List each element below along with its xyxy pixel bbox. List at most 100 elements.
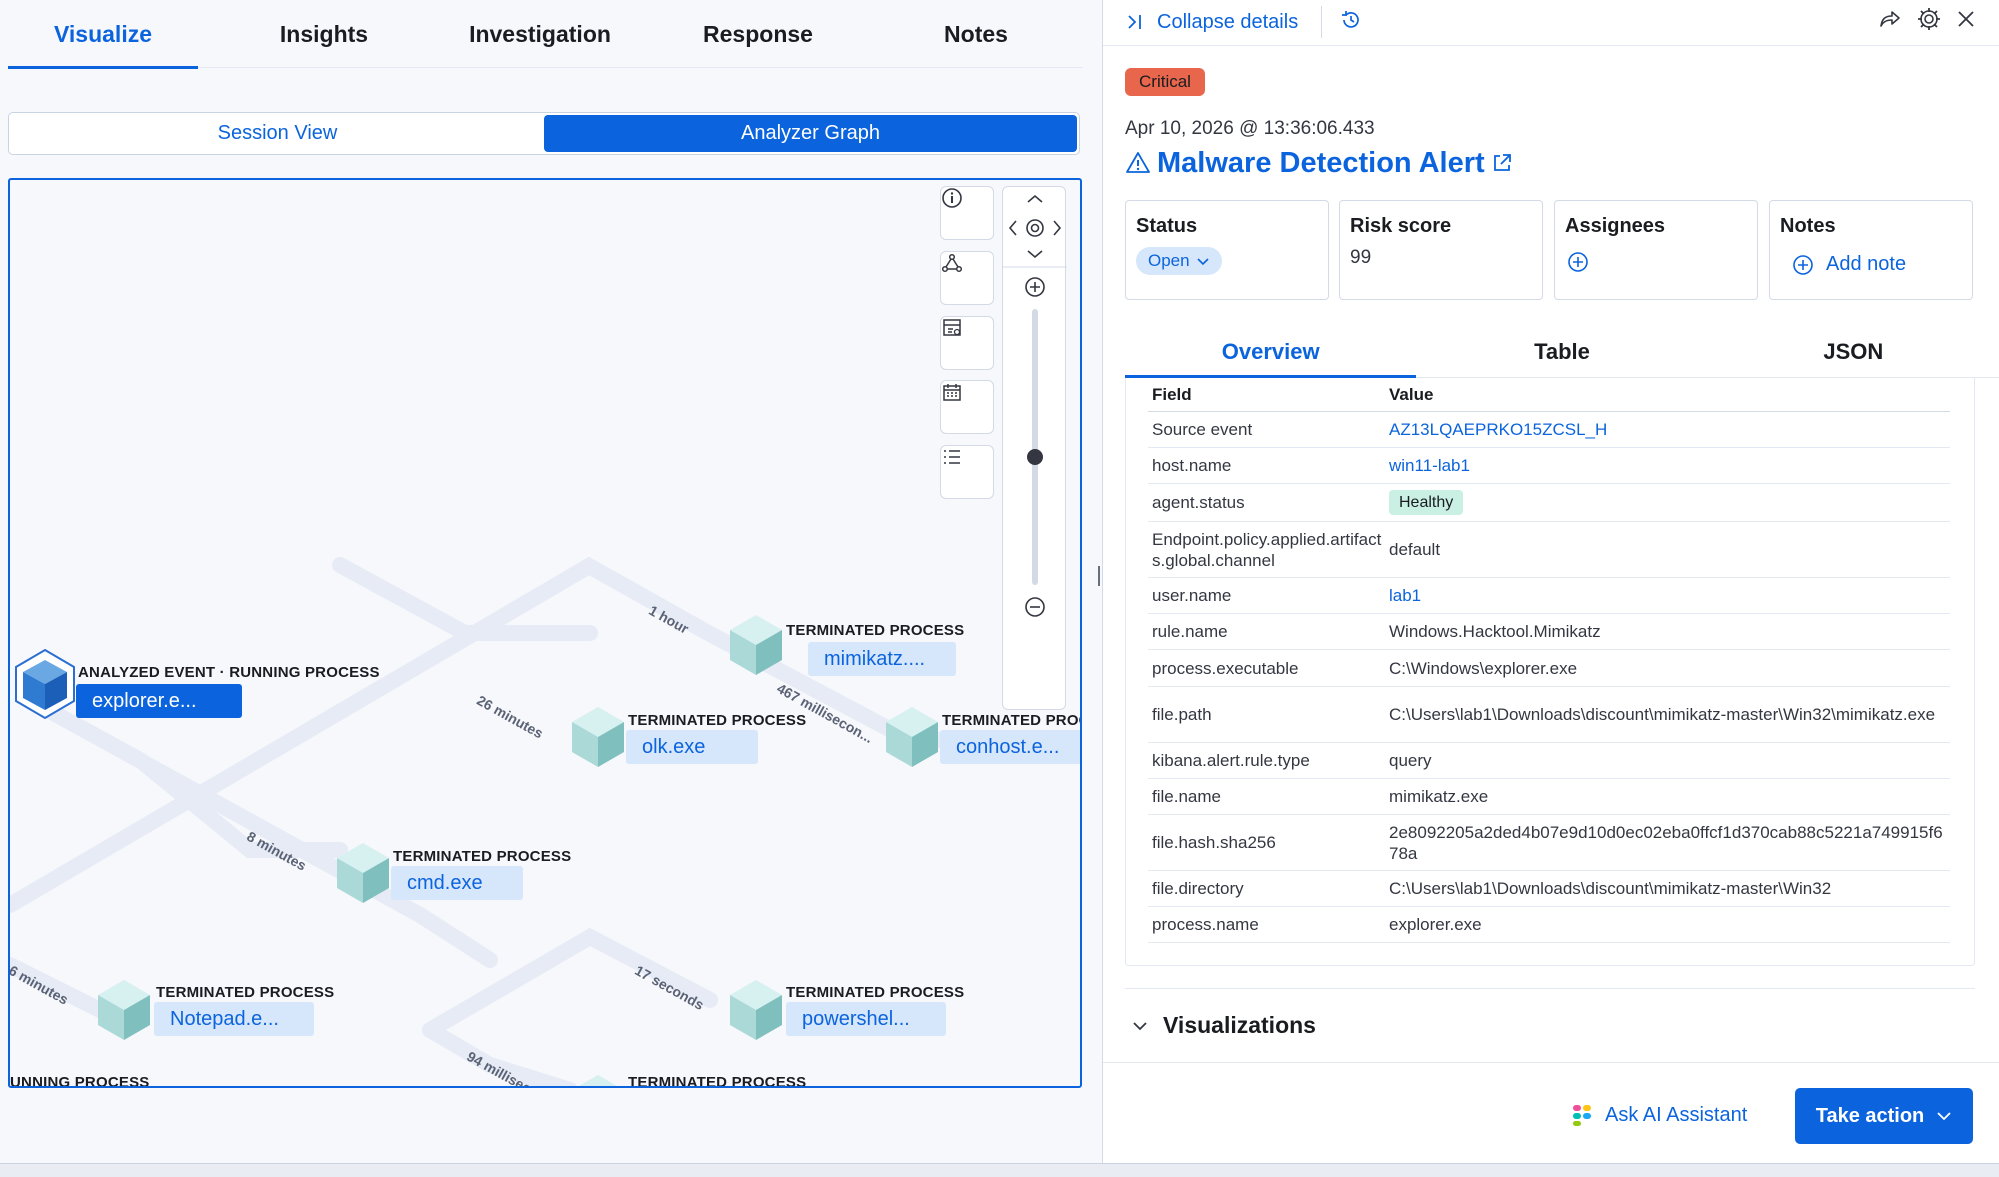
- pan-right-icon[interactable]: [1053, 220, 1062, 236]
- warning-icon: [1126, 152, 1150, 173]
- hidden-node-icon[interactable]: [572, 1075, 624, 1088]
- divider: [1125, 988, 1975, 989]
- node-kind: TERMINATED PROCESS: [393, 848, 572, 865]
- card-title: Status: [1136, 215, 1198, 237]
- take-action-button[interactable]: Take action: [1795, 1088, 1973, 1144]
- field-value[interactable]: win11-lab1: [1389, 455, 1950, 476]
- conhost-node-icon[interactable]: [886, 707, 938, 767]
- calendar-icon: [943, 384, 961, 401]
- column-header-value: Value: [1389, 384, 1434, 404]
- analyzer-graph-button[interactable]: Analyzer Graph: [544, 115, 1077, 152]
- powershell-node-icon[interactable]: [730, 980, 782, 1040]
- table-row: process.executable C:\Windows\explorer.ex…: [1148, 650, 1950, 687]
- tab-overview[interactable]: Overview: [1125, 326, 1417, 378]
- close-icon[interactable]: [1955, 8, 1977, 30]
- table-row: rule.name Windows.Hacktool.Mimikatz: [1148, 614, 1950, 650]
- gear-icon[interactable]: [1916, 6, 1942, 32]
- node-name[interactable]: explorer.e...: [76, 684, 242, 718]
- tab-table[interactable]: Table: [1416, 326, 1707, 377]
- table-row: file.directory C:\Users\lab1\Downloads\di…: [1148, 871, 1950, 907]
- schema-button[interactable]: [940, 316, 994, 370]
- date-range-button[interactable]: [940, 380, 994, 434]
- zoom-slider-track[interactable]: [1032, 309, 1038, 585]
- status-dropdown[interactable]: Open: [1136, 247, 1222, 275]
- flyout-header: Collapse details: [1103, 0, 1999, 46]
- pan-down-icon[interactable]: [1027, 250, 1043, 259]
- status-badge: Healthy: [1389, 490, 1464, 515]
- tab-notes[interactable]: Notes: [886, 0, 1066, 68]
- collapse-details-button[interactable]: Collapse details: [1125, 6, 1298, 38]
- card-title: Assignees: [1565, 215, 1666, 237]
- field-value[interactable]: AZ13LQAEPRKO15ZCSL_H: [1389, 419, 1950, 440]
- table-row: kibana.alert.rule.type query: [1148, 743, 1950, 779]
- node-kind: TERMINATED PROCESS: [786, 984, 965, 1001]
- field-name: rule.name: [1152, 622, 1228, 641]
- node-kind: TERMINATED PROC: [942, 712, 1082, 729]
- graph-edge: [332, 557, 598, 641]
- plus-circle-icon[interactable]: [1567, 251, 1589, 273]
- field-value: C:\Users\lab1\Downloads\discount\mimikat…: [1389, 705, 1936, 724]
- table-row: Source event AZ13LQAEPRKO15ZCSL_H: [1148, 412, 1950, 448]
- olk-node-icon[interactable]: [572, 707, 624, 767]
- divider: [1321, 6, 1322, 38]
- assignees-card: Assignees: [1554, 200, 1758, 300]
- node-name[interactable]: mimikatz....: [808, 642, 956, 676]
- node-name[interactable]: olk.exe: [626, 730, 758, 764]
- analyzer-graph[interactable]: ANALYZED EVENT · RUNNING PROCESS explore…: [8, 178, 1082, 1088]
- field-name: file.hash.sha256: [1152, 833, 1276, 852]
- ask-ai-label: Ask AI Assistant: [1605, 1103, 1748, 1126]
- card-title: Notes: [1780, 215, 1836, 237]
- card-title: Risk score: [1350, 215, 1452, 237]
- graph-edge: [412, 907, 498, 968]
- node-name[interactable]: powershel...: [786, 1002, 946, 1036]
- share-icon[interactable]: [1877, 6, 1903, 32]
- notes-card: Notes Add note: [1769, 200, 1973, 300]
- visualizations-label: Visualizations: [1163, 1012, 1316, 1038]
- field-name: Endpoint.policy.applied.artifacts.global…: [1152, 529, 1382, 570]
- field-name: file.path: [1152, 705, 1212, 724]
- field-value: explorer.exe: [1389, 915, 1482, 934]
- tab-insights[interactable]: Insights: [198, 0, 450, 68]
- field-value: Healthy: [1389, 490, 1950, 515]
- external-link-icon: [1493, 154, 1511, 171]
- zoom-out-icon[interactable]: [1025, 597, 1045, 617]
- graph-layout-button[interactable]: [940, 251, 994, 305]
- risk-score-card: Risk score 99: [1339, 200, 1543, 300]
- tab-response[interactable]: Response: [630, 0, 886, 68]
- pan-target-icon[interactable]: [1026, 219, 1044, 237]
- node-list-button[interactable]: [940, 445, 994, 499]
- session-view-button[interactable]: Session View: [11, 115, 544, 152]
- node-name[interactable]: Notepad.e...: [154, 1002, 314, 1036]
- table-row: host.name win11-lab1: [1148, 448, 1950, 484]
- zoom-slider-handle[interactable]: [1027, 449, 1043, 465]
- table-row: file.hash.sha256 2e8092205a2ded4b07e9d10d…: [1148, 815, 1950, 871]
- list-icon: [944, 450, 960, 464]
- history-icon[interactable]: [1339, 8, 1363, 32]
- visualizations-section-toggle[interactable]: Visualizations: [1131, 1012, 1316, 1039]
- pan-left-icon[interactable]: [1008, 220, 1017, 236]
- alert-title[interactable]: Malware Detection Alert: [1125, 144, 1513, 182]
- risk-score-value: 99: [1350, 247, 1372, 268]
- tab-json[interactable]: JSON: [1708, 326, 1999, 377]
- table-row: user.name lab1: [1148, 578, 1950, 614]
- pan-up-icon[interactable]: [1027, 194, 1043, 203]
- take-action-label: Take action: [1815, 1104, 1925, 1127]
- explorer-node-icon[interactable]: [15, 648, 75, 720]
- node-name[interactable]: cmd.exe: [391, 866, 523, 900]
- notepad-node-icon[interactable]: [98, 980, 150, 1040]
- node-kind: TERMINATED PROCESS: [628, 712, 807, 729]
- add-note-button[interactable]: Add note: [1792, 253, 1906, 276]
- tab-visualize[interactable]: Visualize: [8, 0, 198, 69]
- field-value[interactable]: lab1: [1389, 585, 1950, 606]
- pan-zoom-control: [1002, 186, 1067, 710]
- field-value: C:\Windows\explorer.exe: [1389, 658, 1578, 678]
- chevron-down-icon: [1937, 1112, 1951, 1121]
- ask-ai-assistant-button[interactable]: Ask AI Assistant: [1571, 1103, 1747, 1127]
- chevron-down-icon: [1133, 1021, 1147, 1030]
- field-value: query: [1389, 751, 1432, 770]
- tab-investigation[interactable]: Investigation: [450, 0, 630, 68]
- info-button[interactable]: [940, 186, 994, 240]
- chevron-down-icon: [1197, 258, 1209, 266]
- node-name[interactable]: conhost.e...: [940, 730, 1080, 764]
- zoom-in-icon[interactable]: [1025, 277, 1045, 297]
